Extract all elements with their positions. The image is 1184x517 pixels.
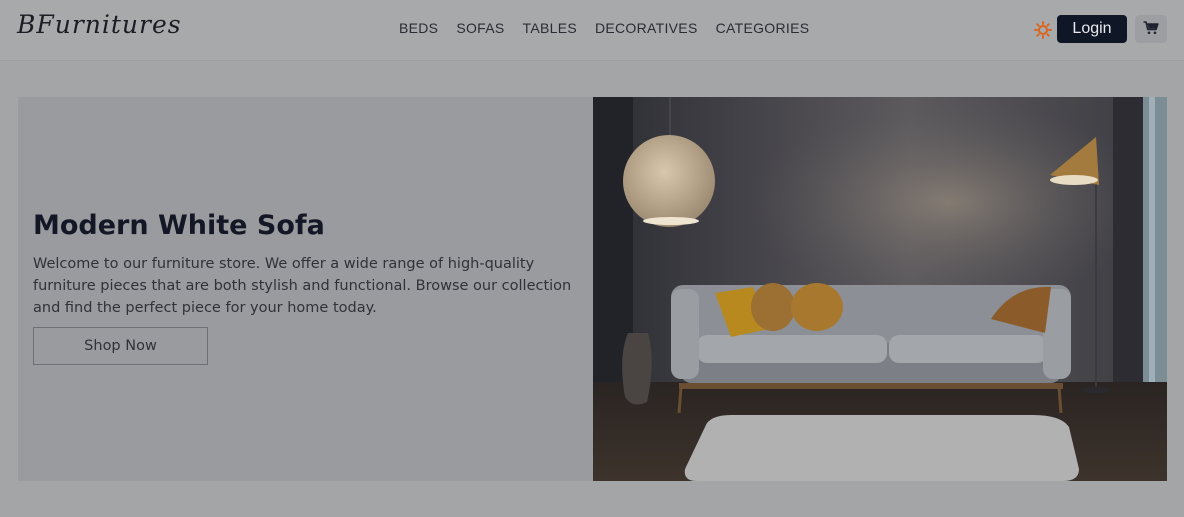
nav-item-decoratives[interactable]: DECORATIVES (595, 20, 698, 36)
hero-banner: Modern White Sofa Welcome to our furnitu… (18, 97, 1167, 481)
site-header: BFurnitures BEDS SOFAS TABLES DECORATIVE… (0, 0, 1184, 61)
brand-logo[interactable]: BFurnitures (17, 10, 182, 39)
nav-item-beds[interactable]: BEDS (399, 20, 438, 36)
nav-item-categories[interactable]: CATEGORIES (716, 20, 810, 36)
sun-icon[interactable] (1034, 21, 1052, 39)
sofa-living-room-image (593, 97, 1167, 481)
hero-description: Welcome to our furniture store. We offer… (33, 256, 572, 316)
login-button[interactable]: Login (1057, 15, 1127, 43)
hero-title: Modern White Sofa (33, 210, 325, 241)
nav-item-tables[interactable]: TABLES (523, 20, 577, 36)
nav-item-sofas[interactable]: SOFAS (456, 20, 504, 36)
shop-now-button[interactable]: Shop Now (33, 327, 208, 365)
cart-button[interactable] (1135, 15, 1167, 43)
hero-text: Modern White Sofa Welcome to our furnitu… (33, 210, 578, 365)
cart-icon (1143, 20, 1159, 39)
main-nav: BEDS SOFAS TABLES DECORATIVES CATEGORIES (399, 20, 809, 36)
